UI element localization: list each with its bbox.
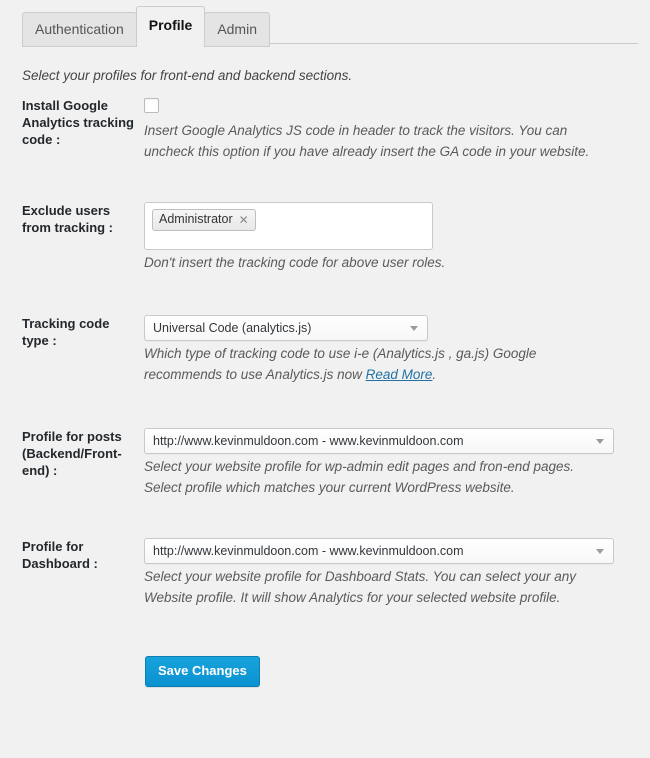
desc-tracking-code-type: Which type of tracking code to use i-e (… — [144, 343, 614, 385]
label-install-tracking-code: Install Google Analytics tracking code : — [22, 98, 134, 147]
install-tracking-code-checkbox[interactable] — [144, 98, 159, 113]
tracking-code-type-select[interactable]: Universal Code (analytics.js) — [144, 315, 428, 341]
row-profile-for-posts: Profile for posts (Backend/Front-end) : … — [0, 428, 650, 498]
exclude-users-token-input[interactable]: Administrator ✕ — [144, 202, 433, 250]
tab-list: Authentication Profile Admin — [22, 0, 650, 47]
token-administrator-label: Administrator — [159, 212, 233, 226]
page-intro-text: Select your profiles for front-end and b… — [22, 68, 353, 83]
label-tracking-code-type: Tracking code type : — [22, 316, 110, 348]
save-changes-button[interactable]: Save Changes — [145, 656, 260, 687]
label-profile-for-dashboard: Profile for Dashboard : — [22, 539, 98, 571]
profile-for-dashboard-select[interactable]: http://www.kevinmuldoon.com - www.kevinm… — [144, 538, 614, 564]
tab-admin[interactable]: Admin — [204, 12, 270, 47]
desc-tracking-code-type-part1: Which type of tracking code to use i-e (… — [144, 346, 537, 382]
row-exclude-users: Exclude users from tracking : Administra… — [0, 202, 650, 273]
desc-profile-for-posts: Select your website profile for wp-admin… — [144, 459, 574, 495]
submit-row: Save Changes — [0, 656, 650, 687]
tab-authentication[interactable]: Authentication — [22, 12, 137, 47]
tab-strip: Authentication Profile Admin — [0, 0, 650, 47]
chevron-down-icon — [410, 326, 418, 331]
row-tracking-code-type: Tracking code type : Universal Code (ana… — [0, 315, 650, 385]
token-administrator[interactable]: Administrator ✕ — [152, 209, 256, 231]
profile-for-posts-select[interactable]: http://www.kevinmuldoon.com - www.kevinm… — [144, 428, 614, 454]
remove-token-icon[interactable]: ✕ — [239, 214, 249, 226]
label-profile-for-posts: Profile for posts (Backend/Front-end) : — [22, 429, 122, 478]
chevron-down-icon — [596, 439, 604, 444]
field-exclude-users: Administrator ✕ Don't insert the trackin… — [144, 202, 638, 273]
field-install-tracking-code: Insert Google Analytics JS code in heade… — [144, 97, 638, 162]
tracking-code-type-value: Universal Code (analytics.js) — [153, 321, 312, 335]
read-more-link[interactable]: Read More — [366, 367, 433, 382]
field-profile-for-posts: http://www.kevinmuldoon.com - www.kevinm… — [144, 428, 638, 498]
desc-install-tracking-code: Insert Google Analytics JS code in heade… — [144, 123, 590, 159]
chevron-down-icon — [596, 549, 604, 554]
desc-tracking-code-type-part2: . — [432, 367, 437, 382]
field-tracking-code-type: Universal Code (analytics.js) Which type… — [144, 315, 638, 385]
tab-profile[interactable]: Profile — [135, 6, 206, 44]
profile-for-posts-value: http://www.kevinmuldoon.com - www.kevinm… — [153, 434, 464, 448]
desc-exclude-users: Don't insert the tracking code for above… — [144, 255, 446, 270]
desc-profile-for-dashboard: Select your website profile for Dashboar… — [144, 569, 576, 605]
label-exclude-users: Exclude users from tracking : — [22, 203, 114, 235]
profile-settings-form: Install Google Analytics tracking code :… — [0, 97, 650, 687]
profile-for-dashboard-value: http://www.kevinmuldoon.com - www.kevinm… — [153, 544, 464, 558]
row-profile-for-dashboard: Profile for Dashboard : http://www.kevin… — [0, 538, 650, 608]
row-install-tracking-code: Install Google Analytics tracking code :… — [0, 97, 650, 162]
field-profile-for-dashboard: http://www.kevinmuldoon.com - www.kevinm… — [144, 538, 638, 608]
